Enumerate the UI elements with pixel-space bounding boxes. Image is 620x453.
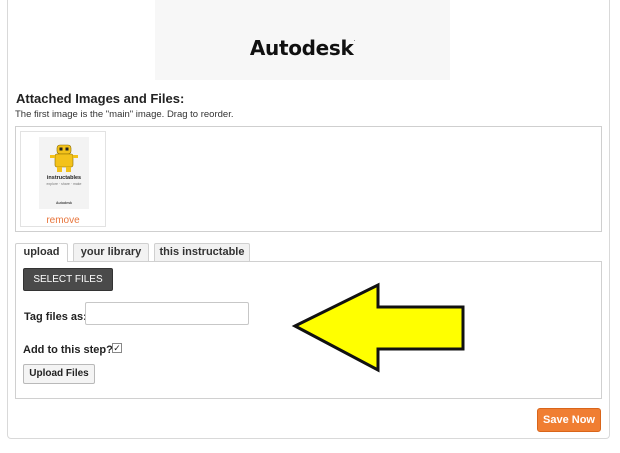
select-files-button[interactable]: SELECT FILES xyxy=(23,268,113,291)
attachment-thumbnail[interactable]: instructables explore · share · make Aut… xyxy=(20,131,106,227)
brand-banner: Autodesk. xyxy=(155,0,450,80)
left-arrow-icon xyxy=(291,282,465,373)
thumbnail-image: instructables explore · share · make Aut… xyxy=(39,137,89,209)
thumbnail-title: instructables xyxy=(46,175,82,181)
tag-files-input[interactable] xyxy=(85,302,249,325)
autodesk-logo: Autodesk. xyxy=(249,36,356,60)
attachments-subtitle: The first image is the "main" image. Dra… xyxy=(15,109,234,120)
add-to-step-label: Add to this step? xyxy=(23,344,113,356)
add-to-step-checkbox[interactable]: ✓ xyxy=(112,343,122,353)
thumbnail-subtitle: explore · share · make xyxy=(46,182,82,186)
attachments-title: Attached Images and Files: xyxy=(16,91,185,106)
upload-files-button[interactable]: Upload Files xyxy=(23,364,95,384)
tab-your-library[interactable]: your library xyxy=(73,243,149,261)
tab-upload[interactable]: upload xyxy=(15,243,68,262)
robot-mascot-icon xyxy=(50,144,78,172)
tag-files-label: Tag files as: xyxy=(24,311,87,323)
remove-attachment-link[interactable]: remove xyxy=(21,215,105,226)
attachments-gallery: instructables explore · share · make Aut… xyxy=(15,126,602,232)
tab-this-instructable[interactable]: this instructable xyxy=(154,243,250,261)
save-now-button[interactable]: Save Now xyxy=(537,408,601,432)
thumbnail-brand: Autodesk xyxy=(56,201,72,205)
